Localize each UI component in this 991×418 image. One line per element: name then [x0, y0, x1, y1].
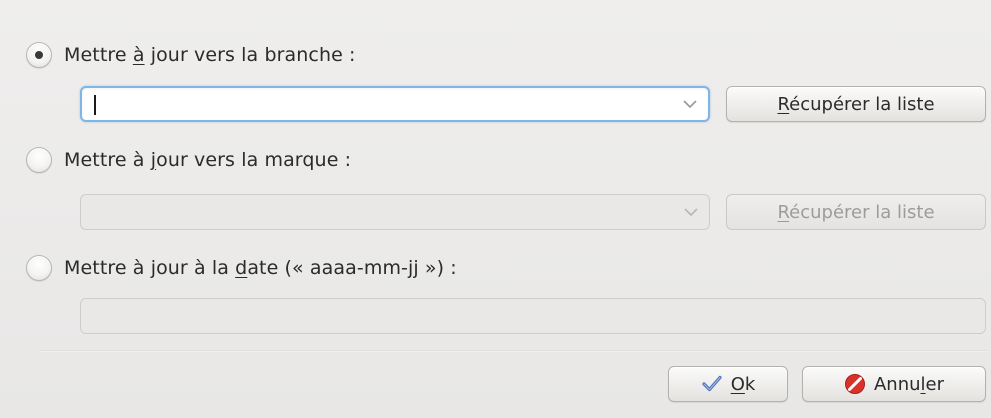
radio-tag[interactable]	[26, 147, 52, 173]
update-dialog: Mettre à jour vers la branche : Récupére…	[0, 0, 991, 418]
tag-combobox[interactable]	[80, 194, 710, 230]
fetch-branch-list-button[interactable]: Récupérer la liste	[726, 86, 986, 122]
fetch-branch-list-label: Récupérer la liste	[777, 93, 935, 115]
radio-branch[interactable]	[26, 42, 52, 68]
radio-date[interactable]	[26, 255, 52, 281]
radio-tag-row[interactable]: Mettre à jour vers la marque :	[26, 145, 351, 175]
branch-input[interactable]	[92, 92, 662, 118]
radio-branch-row[interactable]: Mettre à jour vers la branche :	[26, 40, 356, 70]
fetch-tag-list-button[interactable]: Récupérer la liste	[726, 194, 986, 230]
separator	[40, 350, 986, 352]
date-input[interactable]	[80, 298, 986, 334]
cancel-button[interactable]: Annuler	[802, 366, 986, 402]
cancel-icon	[844, 373, 866, 395]
fetch-tag-list-label: Récupérer la liste	[777, 201, 935, 223]
radio-date-label[interactable]: Mettre à jour à la date (« aaaa-mm-jj »)…	[64, 257, 457, 279]
branch-combobox[interactable]	[80, 86, 710, 122]
radio-date-row[interactable]: Mettre à jour à la date (« aaaa-mm-jj »)…	[26, 253, 457, 283]
chevron-down-icon[interactable]	[683, 207, 699, 217]
chevron-down-icon[interactable]	[682, 99, 698, 109]
tag-input[interactable]	[91, 199, 661, 225]
checkmark-icon	[701, 373, 723, 395]
text-caret	[94, 95, 96, 115]
radio-dot	[35, 51, 43, 59]
radio-branch-label[interactable]: Mettre à jour vers la branche :	[64, 44, 356, 66]
ok-label: Ok	[730, 373, 756, 395]
ok-button[interactable]: Ok	[668, 366, 788, 402]
radio-tag-label[interactable]: Mettre à jour vers la marque :	[64, 149, 351, 171]
cancel-label: Annuler	[873, 373, 945, 395]
